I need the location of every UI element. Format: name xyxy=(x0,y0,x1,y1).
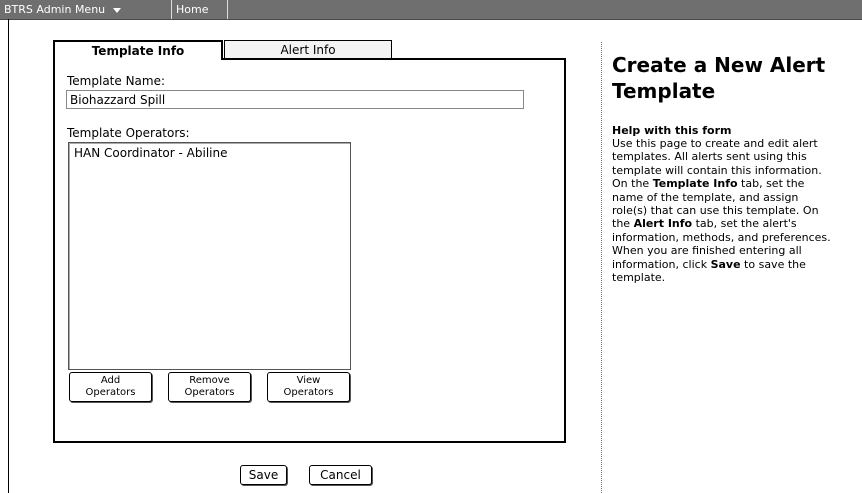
help-line: template will contain this information. xyxy=(612,163,822,177)
home-label: Home xyxy=(176,3,209,16)
template-name-input[interactable] xyxy=(66,90,524,109)
list-item[interactable]: HAN Coordinator - Abiline xyxy=(74,146,227,160)
admin-menu-label: BTRS Admin Menu xyxy=(4,3,106,16)
admin-menu[interactable]: BTRS Admin Menu xyxy=(0,0,172,19)
help-line: name of the template, and assign xyxy=(612,190,799,204)
help-line: templates. All alerts sent using this xyxy=(612,150,807,164)
view-operators-label-line2: Operators xyxy=(283,387,334,398)
help-line: the Alert Info tab, set the alert's xyxy=(612,217,797,231)
help-line: information, methods, and preferences. xyxy=(612,230,831,244)
help-heading: Help with this form xyxy=(612,124,732,137)
save-button[interactable]: Save xyxy=(240,465,287,485)
add-operators-label-line1: Add xyxy=(100,375,121,386)
tab-template-info[interactable]: Template Info xyxy=(53,40,223,60)
remove-operators-label-line2: Operators xyxy=(184,387,235,398)
tab-alert-info[interactable]: Alert Info xyxy=(224,40,392,58)
help-line: On the Template Info tab, set the xyxy=(612,177,805,191)
template-name-label: Template Name: xyxy=(67,74,166,88)
help-line: When you are finished entering all xyxy=(612,244,802,258)
help-line: information, click Save to save the xyxy=(612,257,806,271)
help-divider xyxy=(601,42,602,493)
help-title: Create a New Alert Template xyxy=(612,53,826,103)
add-operators-label-line2: Operators xyxy=(85,387,136,398)
help-body: Use this page to create and edit alert t… xyxy=(612,137,862,284)
template-operators-label: Template Operators: xyxy=(67,126,190,140)
view-operators-button[interactable]: View Operators xyxy=(267,372,350,402)
left-border-rule xyxy=(8,19,9,493)
remove-operators-label-line1: Remove xyxy=(189,375,230,386)
template-operators-listbox[interactable]: HAN Coordinator - Abiline xyxy=(68,142,351,370)
top-menu-bar: BTRS Admin Menu Home xyxy=(0,0,862,20)
home-link[interactable]: Home xyxy=(172,0,228,19)
remove-operators-button[interactable]: Remove Operators xyxy=(168,372,251,402)
help-line: Use this page to create and edit alert xyxy=(612,137,818,150)
cancel-button[interactable]: Cancel xyxy=(309,465,372,485)
help-line: role(s) that can use this template. On xyxy=(612,204,819,218)
help-line: template. xyxy=(612,271,666,285)
view-operators-label-line1: View xyxy=(296,375,321,386)
add-operators-button[interactable]: Add Operators xyxy=(69,372,152,402)
chevron-down-icon xyxy=(113,7,122,13)
